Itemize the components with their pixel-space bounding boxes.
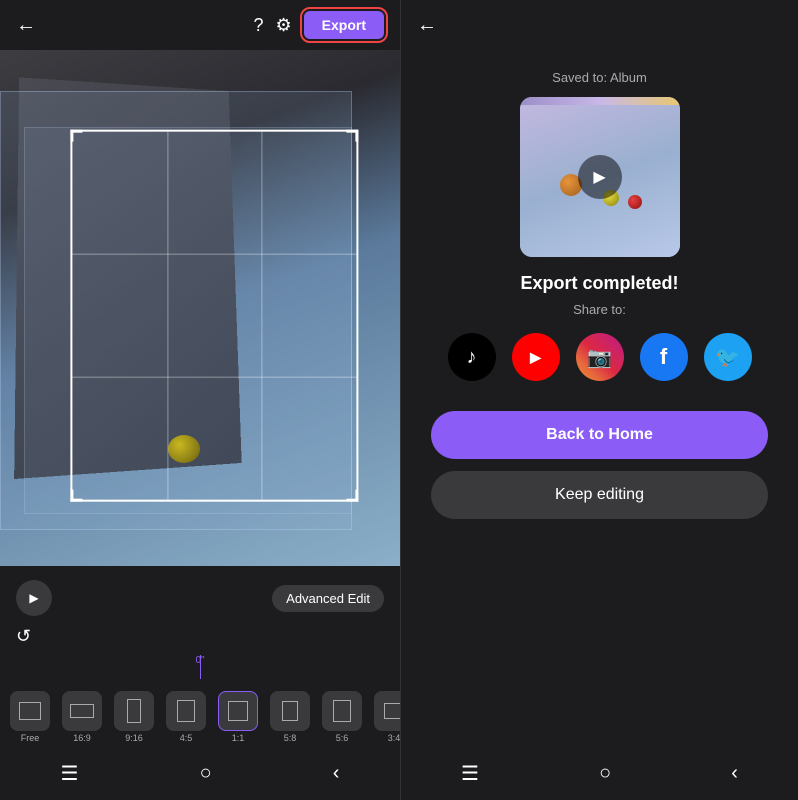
left-bottom-nav: ☰ ○ ‹ — [0, 751, 400, 800]
format-ratio-box — [19, 702, 41, 720]
format-label: 3:4 — [388, 733, 400, 743]
advanced-edit-button[interactable]: Advanced Edit — [272, 585, 384, 612]
share-youtube-button[interactable]: ▶ — [512, 333, 560, 381]
keep-editing-button[interactable]: Keep editing — [431, 471, 768, 519]
format-label: Free — [21, 733, 40, 743]
bottom-controls: ▶ Advanced Edit ↺ 0" Free 16:9 9:16 4:5 1:1 5… — [0, 566, 400, 800]
format-label: 1:1 — [232, 733, 245, 743]
format-label: 9:16 — [125, 733, 143, 743]
crop-grid-h2 — [72, 377, 356, 378]
format-ratio-box — [282, 701, 298, 721]
back-button[interactable]: ← — [16, 14, 36, 37]
format-icon — [322, 691, 362, 731]
format-label: 16:9 — [73, 733, 91, 743]
right-nav-back-button[interactable]: ‹ — [731, 762, 738, 785]
format-ratio-box — [333, 700, 351, 722]
format-ratio-box — [384, 703, 400, 719]
crop-corner-tl — [70, 130, 82, 142]
crop-grid-v1 — [167, 132, 168, 500]
format-ratio-box — [70, 704, 94, 718]
help-button[interactable]: ? — [254, 15, 264, 36]
thumbnail-play-icon: ▶ — [593, 167, 605, 187]
facebook-icon: f — [660, 344, 667, 370]
saved-label: Saved to: Album — [552, 70, 647, 85]
timeline-indicator — [200, 655, 201, 679]
timeline[interactable]: 0" — [0, 651, 400, 683]
format-ratio-box — [177, 700, 195, 722]
format-icon — [114, 691, 154, 731]
format-icon — [218, 691, 258, 731]
format-item-916[interactable]: 9:16 — [112, 691, 156, 743]
format-icon — [166, 691, 206, 731]
thumb-ball-red — [628, 195, 642, 209]
right-top-bar: ← — [401, 0, 798, 50]
top-bar-right: ? ⚙ Export — [254, 11, 385, 39]
right-bottom-nav: ☰ ○ ‹ — [401, 751, 798, 800]
room-scene — [0, 50, 400, 566]
format-ratio-box — [127, 699, 141, 723]
format-item-169[interactable]: 16:9 — [60, 691, 104, 743]
format-label: 5:6 — [336, 733, 349, 743]
reset-row: ↺ — [0, 622, 400, 651]
share-icons: ♪ ▶ 📷 f 🐦 — [448, 333, 752, 381]
format-icon — [270, 691, 310, 731]
timeline-ruler: 0" — [0, 655, 400, 679]
format-item-34[interactable]: 3:4 — [372, 691, 400, 743]
format-item-free[interactable]: Free — [8, 691, 52, 743]
share-tiktok-button[interactable]: ♪ — [448, 333, 496, 381]
format-row: Free 16:9 9:16 4:5 1:1 5:8 5:6 3:4 — [0, 683, 400, 751]
crop-corner-bl — [70, 489, 82, 501]
crop-corner-br — [346, 489, 358, 501]
format-icon — [62, 691, 102, 731]
tiktok-icon: ♪ — [467, 346, 477, 369]
crop-overlay[interactable] — [70, 130, 358, 502]
format-ratio-box — [228, 701, 248, 721]
play-icon: ▶ — [29, 591, 38, 605]
export-button[interactable]: Export — [304, 11, 384, 39]
format-label: 4:5 — [180, 733, 193, 743]
format-icon — [10, 691, 50, 731]
export-completed-text: Export completed! — [520, 273, 678, 294]
left-nav-back-button[interactable]: ‹ — [333, 762, 340, 785]
format-item-45[interactable]: 4:5 — [164, 691, 208, 743]
youtube-icon: ▶ — [530, 349, 541, 366]
left-panel: ← ? ⚙ Export — [0, 0, 400, 800]
export-content: Saved to: Album ▶ Export completed! Shar… — [401, 50, 798, 751]
crop-grid-v2 — [262, 132, 263, 500]
share-label: Share to: — [573, 302, 626, 317]
share-facebook-button[interactable]: f — [640, 333, 688, 381]
format-item-11[interactable]: 1:1 — [216, 691, 260, 743]
share-instagram-button[interactable]: 📷 — [576, 333, 624, 381]
thumbnail-play-overlay[interactable]: ▶ — [578, 155, 622, 199]
play-button[interactable]: ▶ — [16, 580, 52, 616]
format-label: 5:8 — [284, 733, 297, 743]
left-nav-menu-button[interactable]: ☰ — [61, 761, 79, 786]
right-panel: ← Saved to: Album ▶ Export completed! Sh… — [401, 0, 798, 800]
right-back-button[interactable]: ← — [417, 14, 437, 37]
left-nav-home-button[interactable]: ○ — [200, 762, 212, 785]
video-preview — [0, 50, 400, 566]
right-nav-home-button[interactable]: ○ — [599, 762, 611, 785]
reset-button[interactable]: ↺ — [16, 626, 31, 647]
format-item-58[interactable]: 5:8 — [268, 691, 312, 743]
format-item-56[interactable]: 5:6 — [320, 691, 364, 743]
share-twitter-button[interactable]: 🐦 — [704, 333, 752, 381]
top-bar: ← ? ⚙ Export — [0, 0, 400, 50]
play-row: ▶ Advanced Edit — [0, 574, 400, 622]
thumb-top-bar — [520, 97, 680, 105]
settings-button[interactable]: ⚙ — [276, 15, 292, 36]
instagram-icon: 📷 — [587, 345, 612, 370]
video-thumbnail[interactable]: ▶ — [520, 97, 680, 257]
right-nav-menu-button[interactable]: ☰ — [461, 761, 479, 786]
crop-corner-tr — [346, 130, 358, 142]
twitter-icon: 🐦 — [715, 345, 740, 370]
format-icon — [374, 691, 400, 731]
back-home-button[interactable]: Back to Home — [431, 411, 768, 459]
crop-grid-h1 — [72, 254, 356, 255]
